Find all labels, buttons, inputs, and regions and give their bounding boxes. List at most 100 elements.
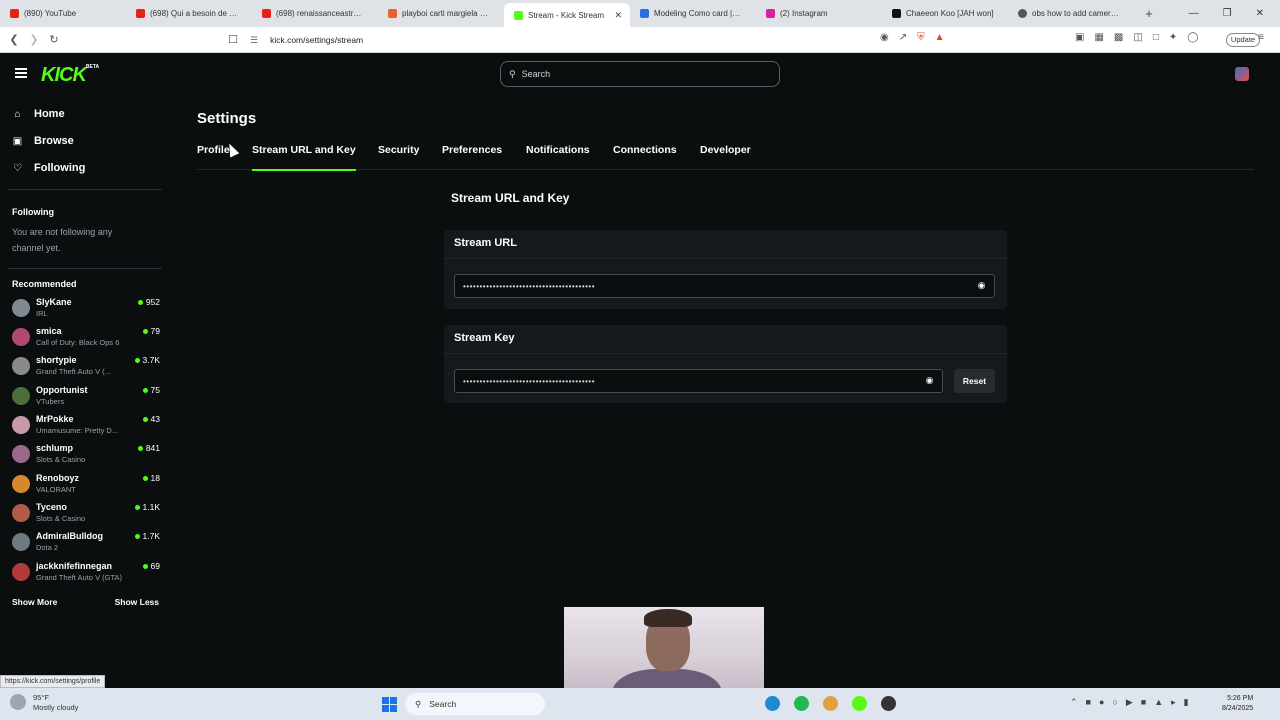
- download-icon[interactable]: □: [1153, 32, 1159, 43]
- minimize-icon[interactable]: —: [1189, 8, 1199, 19]
- tab-stream-url-and-key[interactable]: Stream URL and Key: [252, 144, 356, 171]
- search-input[interactable]: ⚲ Search: [500, 61, 780, 87]
- battery-icon[interactable]: ▮: [1184, 697, 1189, 708]
- close-tab-icon[interactable]: ✕: [614, 10, 622, 21]
- show-key-eye-icon[interactable]: ◉: [926, 375, 934, 386]
- browser-menu-icon[interactable]: ≡: [1258, 32, 1264, 43]
- browser-tab[interactable]: (2) Instagram: [756, 0, 882, 27]
- chevron-up-icon[interactable]: ⌃: [1070, 697, 1078, 708]
- browser-tab[interactable]: playboi carti margiela res: [378, 0, 504, 27]
- sidebar-item-following[interactable]: ♡ Following: [12, 162, 85, 174]
- share-icon[interactable]: ↗: [899, 32, 907, 43]
- chrome-icon[interactable]: [823, 696, 838, 711]
- show-more-link[interactable]: Show More: [12, 597, 57, 607]
- eye-off-icon[interactable]: ◉: [880, 32, 889, 43]
- weather-widget[interactable]: 95°F Mostly cloudy: [33, 693, 78, 713]
- recommended-channel[interactable]: Opportunist VTubers 75: [12, 385, 160, 411]
- avatar: [12, 328, 30, 346]
- stream-url-field[interactable]: ••••••••••••••••••••••••••••••••••••••••…: [454, 274, 995, 298]
- viewer-count: 952: [137, 297, 160, 307]
- reset-key-button[interactable]: Reset: [954, 369, 995, 393]
- recommended-channel[interactable]: MrPokke Umamusume: Pretty D... 43: [12, 414, 160, 440]
- browser-tab[interactable]: (698) Qui a besoin de tour: [126, 0, 252, 27]
- recommended-channel[interactable]: jackknifefinnegan Grand Theft Auto V (GTA…: [12, 561, 160, 587]
- recommended-channel[interactable]: AdmiralBulldog Dota 2 1.7K: [12, 531, 160, 557]
- browse-icon: ▣: [12, 135, 23, 147]
- channel-name: smica: [36, 326, 62, 336]
- recommended-channel[interactable]: smica Call of Duty: Black Ops 6 79: [12, 326, 160, 352]
- new-tab-button[interactable]: +: [1134, 6, 1164, 21]
- recommended-channel[interactable]: Renoboyz VALORANT 18: [12, 473, 160, 499]
- sidebar-item-home[interactable]: ⌂ Home: [12, 108, 65, 120]
- kick-app-icon[interactable]: [852, 696, 867, 711]
- tray-app-icon[interactable]: ■: [1086, 697, 1091, 708]
- clock-date: 8/24/2025: [1222, 705, 1254, 712]
- tab-preferences[interactable]: Preferences: [442, 144, 502, 170]
- wallet-icon[interactable]: ▩: [1114, 32, 1123, 43]
- back-icon[interactable]: ❮: [4, 33, 24, 46]
- weather-icon[interactable]: [10, 694, 26, 710]
- update-button[interactable]: Update: [1226, 33, 1260, 47]
- url-text: kick.com/settings/stream: [270, 35, 364, 45]
- show-url-eye-icon[interactable]: ◉: [978, 280, 986, 291]
- viewer-count: 18: [142, 473, 160, 483]
- browser-tab-title: Modeling Como card | Po: [654, 9, 742, 18]
- browser-tab[interactable]: Modeling Como card | Po: [630, 0, 756, 27]
- menu-icon[interactable]: [15, 68, 27, 78]
- edge-icon[interactable]: [765, 696, 780, 711]
- taskbar-search[interactable]: ⚲ Search: [405, 693, 545, 715]
- browser-tab-title: obs how to add camera -: [1032, 9, 1120, 18]
- clock[interactable]: 5:26 PM 8/24/2025: [1222, 694, 1253, 714]
- volume-icon[interactable]: ▸: [1171, 697, 1176, 708]
- tray-app-icon[interactable]: ●: [1099, 697, 1104, 708]
- tray-app-icon[interactable]: ■: [1141, 697, 1146, 708]
- forward-icon[interactable]: ❯: [24, 33, 44, 46]
- recommended-channel[interactable]: schlump Slots & Casino 841: [12, 443, 160, 469]
- spotify-icon[interactable]: [794, 696, 809, 711]
- vpn-icon[interactable]: ◯: [1187, 32, 1198, 43]
- url-field[interactable]: ☰ kick.com/settings/stream: [250, 31, 850, 49]
- restore-icon[interactable]: ❐: [1223, 8, 1232, 19]
- tab-notifications[interactable]: Notifications: [526, 144, 590, 170]
- tab-connections[interactable]: Connections: [613, 144, 677, 170]
- avatar: [12, 533, 30, 551]
- sidebar-item-label: Home: [34, 108, 65, 120]
- sidebar-item-browse[interactable]: ▣ Browse: [12, 135, 74, 147]
- browser-tab-title: playboi carti margiela res: [402, 9, 490, 18]
- wifi-icon[interactable]: ▲: [1154, 697, 1163, 708]
- browser-tab[interactable]: Chaeeon Koo [JAH won]: [882, 0, 1008, 27]
- brave-shield-icon[interactable]: ⛨: [917, 32, 925, 43]
- close-window-icon[interactable]: ✕: [1256, 8, 1264, 19]
- kick-logo[interactable]: KICKBETA: [41, 64, 99, 87]
- reload-icon[interactable]: ↻: [44, 33, 64, 46]
- tab-developer[interactable]: Developer: [700, 144, 751, 170]
- live-dot-icon: [142, 563, 148, 569]
- extensions-icon[interactable]: ▣: [1075, 32, 1084, 43]
- browser-tab[interactable]: (698) renaissanceastrolog: [252, 0, 378, 27]
- browser-tab[interactable]: obs how to add camera -: [1008, 0, 1134, 27]
- tab-security[interactable]: Security: [378, 144, 419, 170]
- screenshot-icon[interactable]: ▦: [1094, 32, 1103, 43]
- recommended-channel[interactable]: SlyKane IRL 952: [12, 297, 160, 323]
- browser-tab-active[interactable]: Stream - Kick Stream ✕: [504, 3, 630, 27]
- recommended-channel[interactable]: shortypie Grand Theft Auto V (... 3.7K: [12, 355, 160, 381]
- recommended-title: Recommended: [12, 279, 77, 289]
- bookmark-icon[interactable]: ☐: [223, 33, 243, 46]
- show-less-link[interactable]: Show Less: [115, 597, 159, 607]
- site-favicon-icon: [388, 9, 397, 18]
- rewards-icon[interactable]: ▲: [935, 32, 945, 43]
- stream-key-label: Stream Key: [444, 325, 1007, 354]
- windows-start-icon[interactable]: [382, 697, 397, 712]
- browser-tab[interactable]: (890) YouTube: [0, 0, 126, 27]
- taskbar-apps: [765, 696, 896, 711]
- site-info-icon[interactable]: ☰: [250, 35, 258, 46]
- recommended-channel[interactable]: Tyceno Slots & Casino 1.1K: [12, 502, 160, 528]
- bluetooth-icon[interactable]: ▶: [1126, 697, 1133, 708]
- ai-icon[interactable]: ✦: [1169, 32, 1177, 43]
- user-avatar[interactable]: [1235, 67, 1249, 81]
- browser-tab-title: (698) renaissanceastrolog: [276, 9, 364, 18]
- sidebar-icon[interactable]: ◫: [1133, 32, 1142, 43]
- microphone-icon[interactable]: ○: [1112, 697, 1117, 708]
- obs-icon[interactable]: [881, 696, 896, 711]
- stream-key-field[interactable]: ••••••••••••••••••••••••••••••••••••••••…: [454, 369, 943, 393]
